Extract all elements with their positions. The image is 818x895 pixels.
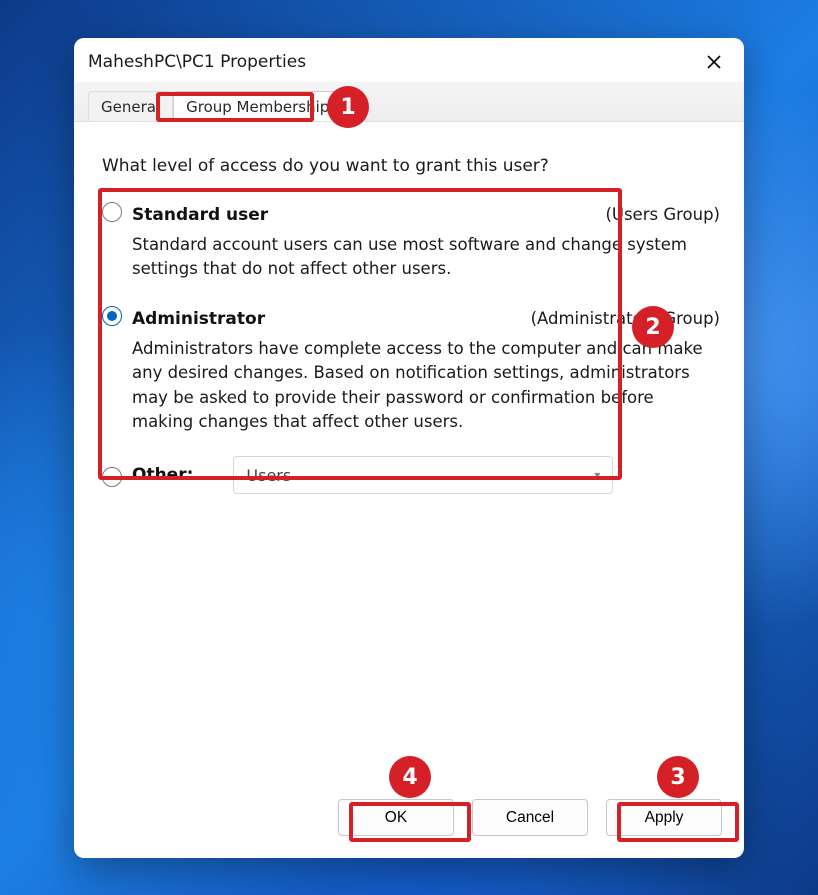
titlebar: MaheshPC\PC1 Properties (74, 38, 744, 82)
close-icon (707, 55, 721, 69)
other-label: Other: (132, 465, 193, 485)
properties-dialog: MaheshPC\PC1 Properties General Group Me… (74, 38, 744, 858)
chevron-down-icon: ▾ (594, 468, 600, 482)
other-select-value: Users (246, 466, 291, 485)
administrator-desc: Administrators have complete access to t… (132, 337, 710, 435)
standard-user-group: (Users Group) (605, 205, 720, 224)
window-title: MaheshPC\PC1 Properties (88, 52, 306, 72)
close-button[interactable] (698, 46, 730, 78)
standard-user-label: Standard user (132, 205, 268, 225)
radio-administrator[interactable] (102, 306, 122, 326)
standard-user-desc: Standard account users can use most soft… (132, 233, 710, 282)
tab-strip: General Group Membership (74, 82, 744, 122)
tab-general[interactable]: General (88, 91, 173, 121)
radio-other[interactable] (102, 467, 122, 487)
dialog-content: What level of access do you want to gran… (74, 122, 744, 785)
option-administrator: Administrator (Administrators Group) Adm… (102, 304, 720, 435)
administrator-group: (Administrators Group) (531, 309, 720, 328)
tab-group-membership[interactable]: Group Membership (173, 91, 342, 121)
dialog-buttons: OK Cancel Apply (74, 785, 744, 858)
option-standard-user: Standard user (Users Group) Standard acc… (102, 200, 720, 282)
apply-button[interactable]: Apply (606, 799, 722, 836)
other-group-select[interactable]: Users ▾ (233, 456, 613, 494)
access-level-options: Standard user (Users Group) Standard acc… (102, 200, 720, 494)
radio-standard-user[interactable] (102, 202, 122, 222)
access-prompt: What level of access do you want to gran… (102, 156, 720, 176)
cancel-button[interactable]: Cancel (472, 799, 588, 836)
administrator-label: Administrator (132, 309, 265, 329)
option-other: Other: Users ▾ (102, 456, 720, 494)
ok-button[interactable]: OK (338, 799, 454, 836)
